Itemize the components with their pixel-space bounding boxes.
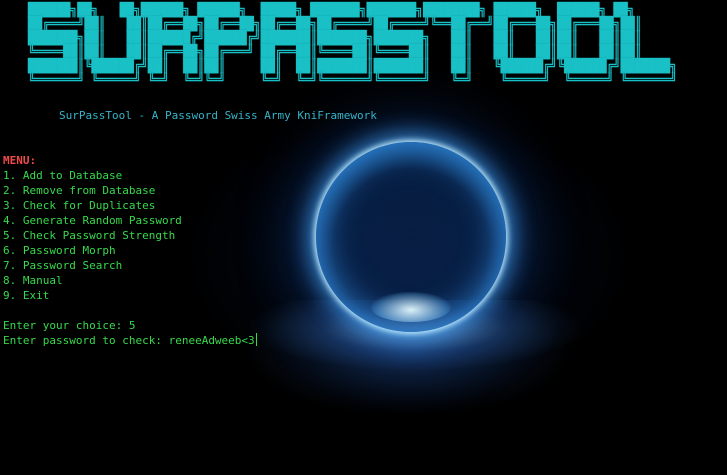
menu-item-password-morph: 6. Password Morph — [3, 244, 116, 257]
password-prompt-line[interactable]: Enter password to check: reneeAdweeb<3 — [3, 333, 257, 348]
choice-prompt-label: Enter your choice: — [3, 319, 129, 332]
menu-title: MENU: — [3, 154, 37, 167]
banner-line: ╚════██║██║ ██║██╔══██╗██╔═══╝ ██╔══██║╚… — [28, 45, 678, 60]
banner-line: ███████║╚██████╔╝██║ ██║██║ ██║ ██║█████… — [28, 59, 678, 74]
app-subtitle: SurPassTool - A Password Swiss Army KniF… — [59, 109, 377, 122]
menu-item-exit: 9. Exit — [3, 289, 50, 302]
menu-item-check-strength: 5. Check Password Strength — [3, 229, 176, 242]
terminal-window[interactable]: ██████╗██╗ ██╗██████╗ ██████╗ █████╗ ███… — [0, 0, 727, 475]
password-input-value[interactable]: reneeAdweeb<3 — [169, 334, 255, 347]
text-cursor — [255, 333, 257, 346]
choice-input-value: 5 — [128, 319, 136, 332]
choice-prompt-line: Enter your choice: 5 — [3, 318, 135, 333]
banner-line: ███████╗██║ ██║██████╔╝██████╔╝███████║█… — [28, 31, 678, 46]
menu-item-add-to-database: 1. Add to Database — [3, 169, 123, 182]
menu-item-remove-from-database: 2. Remove from Database — [3, 184, 156, 197]
password-prompt-label: Enter password to check: — [3, 334, 169, 347]
banner-line: ██╔════╝██║ ██║██╔══██╗██╔══██╗██╔══██╗█… — [28, 17, 678, 32]
menu-item-check-duplicates: 3. Check for Duplicates — [3, 199, 156, 212]
menu-item-password-search: 7. Password Search — [3, 259, 123, 272]
ascii-banner: ██████╗██╗ ██╗██████╗ ██████╗ █████╗ ███… — [28, 4, 677, 88]
main-menu: MENU: 1. Add to Database 2. Remove from … — [3, 153, 182, 303]
glowing-orb-image — [316, 142, 506, 332]
menu-item-generate-password: 4. Generate Random Password — [3, 214, 182, 227]
menu-item-manual: 8. Manual — [3, 274, 63, 287]
banner-line: ██████╗██╗ ██╗██████╗ ██████╗ █████╗ ███… — [28, 3, 671, 18]
banner-line: ╚══════╝ ╚═════╝ ╚═╝ ╚═╝╚═╝ ╚═╝ ╚═╝╚════… — [28, 73, 678, 88]
